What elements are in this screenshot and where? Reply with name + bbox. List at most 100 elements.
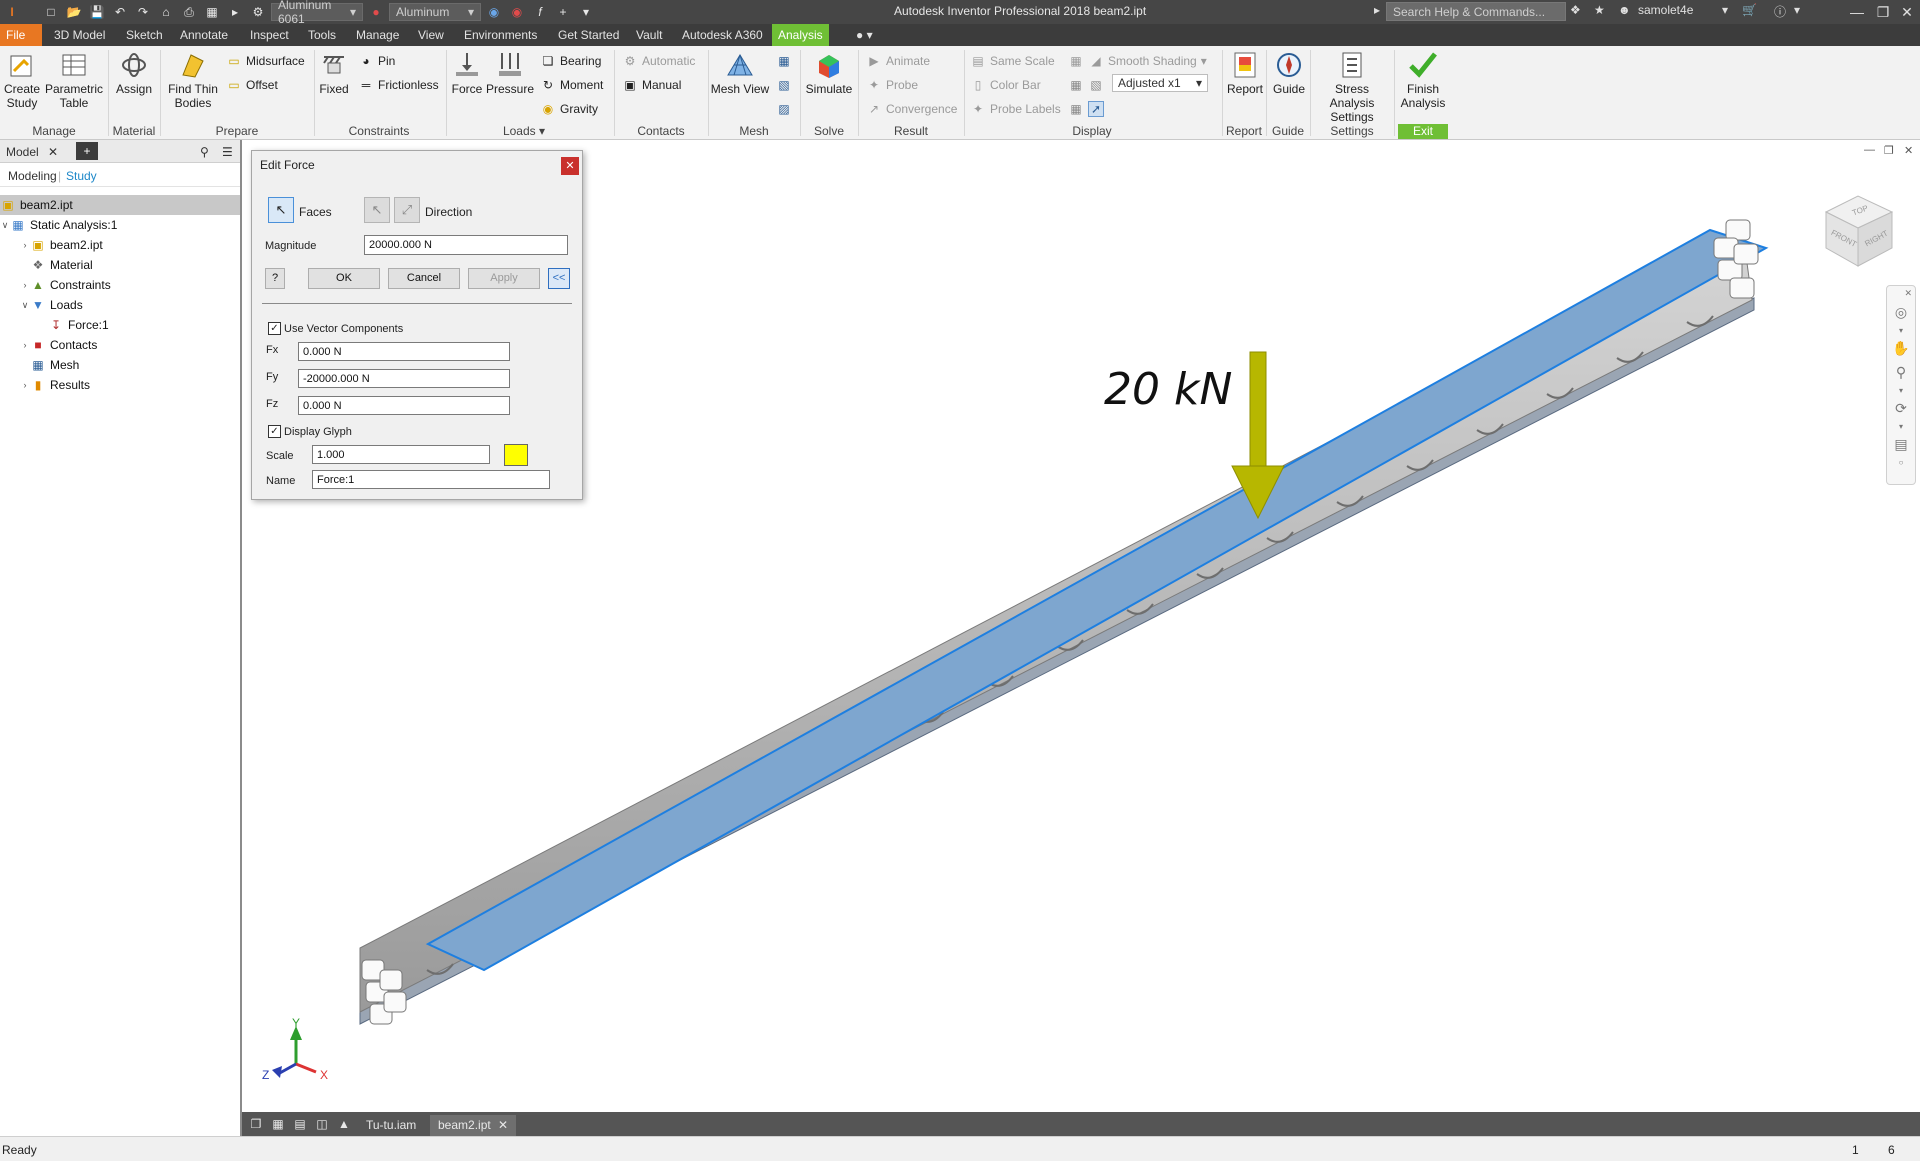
mesh-view-button[interactable]: Mesh View (710, 50, 770, 96)
material-dropdown[interactable]: Aluminum 6061 ▾ (271, 0, 363, 26)
select-icon[interactable]: ▸ (225, 3, 245, 21)
orbit-icon[interactable]: ⟳ (1887, 396, 1915, 420)
navbar-options-icon[interactable]: ○ (1887, 456, 1915, 468)
probe-button[interactable]: ✦ Probe (866, 76, 918, 94)
tab-get-started[interactable]: Get Started (552, 24, 625, 46)
tree-item-part[interactable]: › ▣ beam2.ipt (0, 235, 240, 255)
help-icon[interactable]: ⓘ (1774, 3, 1786, 20)
open-file-icon[interactable]: 📂 (64, 3, 84, 21)
tree-item-static-analysis[interactable]: ∨ ▦ Static Analysis:1 (0, 215, 240, 235)
help-button[interactable]: ? (265, 268, 285, 289)
find-thin-bodies-button[interactable]: Find Thin Bodies (162, 50, 224, 110)
magnitude-input[interactable] (364, 235, 568, 255)
view-cube[interactable]: TOP FRONT RIGHT (1818, 182, 1898, 272)
tab-manage[interactable]: Manage (350, 24, 405, 46)
clear-appearance-icon[interactable]: ◉ (507, 3, 527, 21)
midsurface-button[interactable]: ▭ Midsurface (226, 52, 304, 70)
new-file-icon[interactable]: □ (41, 3, 61, 21)
close-browser-icon[interactable]: ✕ (48, 145, 58, 159)
convergence-settings-icon[interactable]: ▨ (776, 100, 792, 118)
doc-tab-beam2[interactable]: beam2.ipt ✕ (430, 1115, 517, 1136)
collapse-icon[interactable]: ∨ (20, 300, 30, 311)
smooth-shading-dropdown[interactable]: ▦ ◢ Smooth Shading ▾ (1068, 52, 1206, 70)
moment-button[interactable]: ↻ Moment (540, 76, 603, 94)
tile-horizontal-icon[interactable]: ▤ (292, 1117, 308, 1131)
tab-analysis[interactable]: Analysis (772, 24, 829, 46)
stress-analysis-settings-button[interactable]: Stress Analysis Settings (1312, 50, 1392, 124)
appearance-sphere-icon[interactable]: ● (366, 3, 386, 21)
navbar-close-icon[interactable]: ✕ (1887, 286, 1915, 300)
expand-icon[interactable]: › (20, 240, 30, 250)
wheel-chevron-icon[interactable]: ▾ (1887, 324, 1915, 336)
gravity-button[interactable]: ◉ Gravity (540, 100, 598, 118)
document-list-icon[interactable]: ▲ (336, 1117, 352, 1131)
direction-select-button[interactable]: ↖ (364, 197, 390, 223)
boundary-conditions-icon[interactable]: ▦ ▧ (1068, 76, 1104, 94)
tree-item-results[interactable]: › ▮ Results (0, 375, 240, 395)
modeling-tab[interactable]: Modeling (8, 169, 57, 183)
tab-autodesk-a360[interactable]: Autodesk A360 (676, 24, 769, 46)
flip-direction-button[interactable]: ⤢ (394, 197, 420, 223)
binoculars-icon[interactable]: ❖ (1570, 3, 1581, 17)
faces-select-button[interactable]: ↖ (268, 197, 294, 223)
bearing-button[interactable]: ❏ Bearing (540, 52, 602, 70)
restore-icon[interactable]: ❐ (1870, 1, 1896, 23)
study-tab[interactable]: Study (66, 169, 97, 183)
tab-inspect[interactable]: Inspect (244, 24, 295, 46)
tab-view[interactable]: View (412, 24, 450, 46)
ribbon-options-icon[interactable]: ● ▾ (850, 24, 879, 46)
convergence-button[interactable]: ↗ Convergence (866, 100, 957, 118)
minimize-icon[interactable]: — (1844, 1, 1870, 23)
collapse-icon[interactable]: ∨ (0, 220, 10, 231)
add-browser-icon[interactable]: + (76, 142, 98, 160)
help-search-input[interactable]: Search Help & Commands... (1386, 2, 1566, 21)
tab-vault[interactable]: Vault (630, 24, 668, 46)
pin-button[interactable]: ◕ Pin (358, 52, 395, 70)
zoom-icon[interactable]: ⚲ (1887, 360, 1915, 384)
group-loads-label[interactable]: Loads ▾ (446, 124, 602, 139)
tab-sketch[interactable]: Sketch (120, 24, 169, 46)
browser-menu-icon[interactable]: ☰ (222, 145, 233, 159)
tree-item-mesh[interactable]: ▦ Mesh (0, 355, 240, 375)
automatic-contacts-button[interactable]: ⚙ Automatic (622, 52, 696, 70)
offset-button[interactable]: ▭ Offset (226, 76, 277, 94)
viewport-minimize-icon[interactable]: — (1864, 144, 1875, 156)
fz-input[interactable] (298, 396, 510, 415)
mesh-settings-icon[interactable]: ▦ (776, 52, 792, 70)
zoom-chevron-icon[interactable]: ▾ (1887, 384, 1915, 396)
tree-item-force[interactable]: ↧ Force:1 (0, 315, 240, 335)
force-button[interactable]: Force (448, 50, 486, 96)
doc-tab-tu-tu[interactable]: Tu-tu.iam (358, 1115, 424, 1136)
local-mesh-control-icon[interactable]: ▧ (776, 76, 792, 94)
dialog-close-button[interactable]: ✕ (561, 157, 579, 175)
home-icon[interactable]: ⌂ (156, 3, 176, 21)
tree-item-contacts[interactable]: › ■ Contacts (0, 335, 240, 355)
tab-annotate[interactable]: Annotate (174, 24, 234, 46)
ok-button[interactable]: OK (308, 268, 380, 289)
fixed-constraint-button[interactable]: Fixed (316, 50, 352, 96)
steering-wheel-icon[interactable]: ◎ (1887, 300, 1915, 324)
redo-icon[interactable]: ↷ (133, 3, 153, 21)
displacement-scale-dropdown[interactable]: Adjusted x1 ▾ (1112, 74, 1208, 92)
app-logo-icon[interactable]: I (2, 3, 22, 21)
user-menu-chevron-icon[interactable]: ▾ (1722, 3, 1728, 17)
glyph-color-swatch[interactable] (504, 444, 528, 466)
tree-item-loads[interactable]: ∨ ▼ Loads (0, 295, 240, 315)
viewport-restore-icon[interactable]: ❐ (1884, 144, 1894, 157)
collapse-dialog-button[interactable]: << (548, 268, 570, 289)
user-icon[interactable]: ☻ (1618, 3, 1631, 17)
tree-item-constraints[interactable]: › ▲ Constraints (0, 275, 240, 295)
adjust-appearance-icon[interactable]: ◉ (484, 3, 504, 21)
expand-search-icon[interactable]: ▸ (1374, 3, 1380, 17)
update-icon[interactable]: ⚙ (248, 3, 268, 21)
user-name[interactable]: samolet4e (1638, 3, 1693, 17)
scale-input[interactable] (312, 445, 490, 464)
tab-environments[interactable]: Environments (458, 24, 543, 46)
beam-top-flange[interactable] (425, 228, 1769, 972)
simulate-button[interactable]: Simulate (802, 50, 856, 96)
print-icon[interactable]: ⎙ (179, 3, 199, 21)
animate-button[interactable]: ▶ Animate (866, 52, 930, 70)
orbit-chevron-icon[interactable]: ▾ (1887, 420, 1915, 432)
function-icon[interactable]: f (530, 3, 550, 21)
close-tab-icon[interactable]: ✕ (498, 1118, 508, 1132)
